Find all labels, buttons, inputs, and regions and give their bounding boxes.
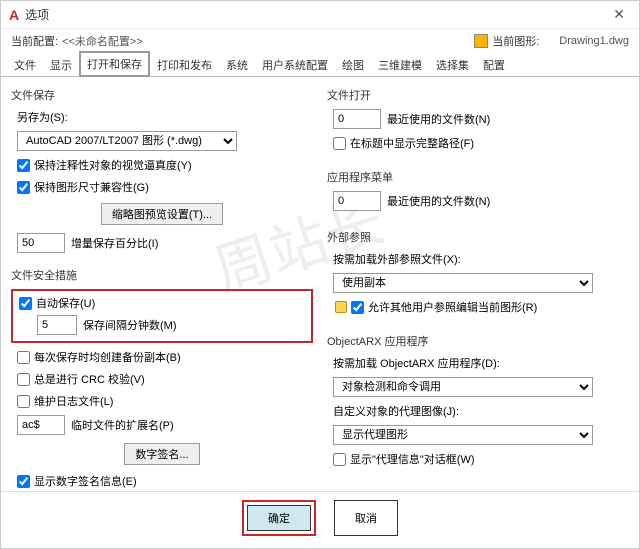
autosave-interval-label: 保存间隔分钟数(M) bbox=[83, 317, 177, 333]
keep-size-checkbox[interactable]: 保持图形尺寸兼容性(G) bbox=[17, 179, 313, 195]
tabs: 文件 显示 打开和保存 打印和发布 系统 用户系统配置 绘图 三维建模 选择集 … bbox=[1, 53, 639, 77]
titlebar: A 选项 ✕ bbox=[1, 1, 639, 29]
xref-load-select[interactable]: 使用副本 bbox=[333, 273, 593, 293]
arx-label: ObjectARX 应用程序 bbox=[327, 333, 629, 349]
tab-draw[interactable]: 绘图 bbox=[335, 53, 371, 76]
app-logo: A bbox=[9, 7, 19, 23]
recent-files-input[interactable] bbox=[333, 109, 381, 129]
profile-bar: 当前配置: <<未命名配置>> 当前图形: Drawing1.dwg bbox=[1, 29, 639, 53]
autosave-interval-input[interactable] bbox=[37, 315, 77, 335]
proxy-info-checkbox[interactable]: 显示"代理信息"对话框(W) bbox=[333, 451, 629, 467]
tab-display[interactable]: 显示 bbox=[43, 53, 79, 76]
appmenu-label: 应用程序菜单 bbox=[327, 169, 629, 185]
current-drawing-label: 当前图形: bbox=[492, 33, 539, 49]
saveas-label: 另存为(S): bbox=[17, 109, 313, 125]
recent-files-label: 最近使用的文件数(N) bbox=[387, 111, 490, 127]
tab-file[interactable]: 文件 bbox=[7, 53, 43, 76]
keep-annotative-checkbox[interactable]: 保持注释性对象的视觉逼真度(Y) bbox=[17, 157, 313, 173]
xref-load-label: 按需加载外部参照文件(X): bbox=[333, 251, 629, 267]
override-icon bbox=[335, 301, 347, 313]
window-title: 选项 bbox=[25, 6, 607, 23]
autosave-group-highlight: 自动保存(U) 保存间隔分钟数(M) bbox=[11, 289, 313, 343]
temp-ext-input[interactable] bbox=[17, 415, 65, 435]
fullpath-checkbox[interactable]: 在标题中显示完整路径(F) bbox=[333, 135, 629, 151]
arx-load-select[interactable]: 对象检测和命令调用 bbox=[333, 377, 593, 397]
tab-selection[interactable]: 选择集 bbox=[429, 53, 476, 76]
tab-print[interactable]: 打印和发布 bbox=[150, 53, 219, 76]
right-column: 文件打开 最近使用的文件数(N) 在标题中显示完整路径(F) 应用程序菜单 最近… bbox=[327, 85, 629, 483]
footer: 确定 取消 bbox=[1, 491, 639, 548]
drawing-icon bbox=[474, 34, 488, 48]
allow-refedit-checkbox[interactable]: 允许其他用户参照编辑当前图形(R) bbox=[333, 299, 629, 315]
filesave-label: 文件保存 bbox=[11, 87, 313, 103]
xref-label: 外部参照 bbox=[327, 229, 629, 245]
arx-load-label: 按需加载 ObjectARX 应用程序(D): bbox=[333, 355, 629, 371]
saveas-format-select[interactable]: AutoCAD 2007/LT2007 图形 (*.dwg) bbox=[17, 131, 237, 151]
tab-system[interactable]: 系统 bbox=[219, 53, 255, 76]
file-safety-label: 文件安全措施 bbox=[11, 267, 313, 283]
ok-button[interactable]: 确定 bbox=[247, 505, 311, 531]
tab-3d[interactable]: 三维建模 bbox=[371, 53, 429, 76]
tab-open-save[interactable]: 打开和保存 bbox=[79, 51, 150, 77]
tab-config[interactable]: 配置 bbox=[476, 53, 512, 76]
current-profile-label: 当前配置: bbox=[11, 33, 58, 49]
current-profile-name: <<未命名配置>> bbox=[62, 33, 143, 49]
appmenu-recent-input[interactable] bbox=[333, 191, 381, 211]
incremental-save-label: 增量保存百分比(I) bbox=[71, 235, 158, 251]
tab-user[interactable]: 用户系统配置 bbox=[255, 53, 335, 76]
temp-ext-label: 临时文件的扩展名(P) bbox=[71, 417, 174, 433]
close-icon[interactable]: ✕ bbox=[607, 6, 631, 23]
proxy-image-label: 自定义对象的代理图像(J): bbox=[333, 403, 629, 419]
cancel-button[interactable]: 取消 bbox=[334, 500, 398, 536]
crc-checkbox[interactable]: 总是进行 CRC 校验(V) bbox=[17, 371, 313, 387]
show-signature-checkbox[interactable]: 显示数字签名信息(E) bbox=[17, 473, 313, 489]
thumbnail-settings-button[interactable]: 缩略图预览设置(T)... bbox=[101, 203, 223, 225]
current-drawing-name: Drawing1.dwg bbox=[559, 35, 629, 47]
autosave-checkbox[interactable]: 自动保存(U) bbox=[19, 295, 305, 311]
digital-signature-button[interactable]: 数字签名... bbox=[124, 443, 199, 465]
appmenu-recent-label: 最近使用的文件数(N) bbox=[387, 193, 490, 209]
incremental-save-input[interactable] bbox=[17, 233, 65, 253]
left-column: 文件保存 另存为(S): AutoCAD 2007/LT2007 图形 (*.d… bbox=[11, 85, 313, 483]
ok-highlight: 确定 bbox=[242, 500, 316, 536]
log-checkbox[interactable]: 维护日志文件(L) bbox=[17, 393, 313, 409]
fileopen-label: 文件打开 bbox=[327, 87, 629, 103]
create-backup-checkbox[interactable]: 每次保存时均创建备份副本(B) bbox=[17, 349, 313, 365]
proxy-image-select[interactable]: 显示代理图形 bbox=[333, 425, 593, 445]
